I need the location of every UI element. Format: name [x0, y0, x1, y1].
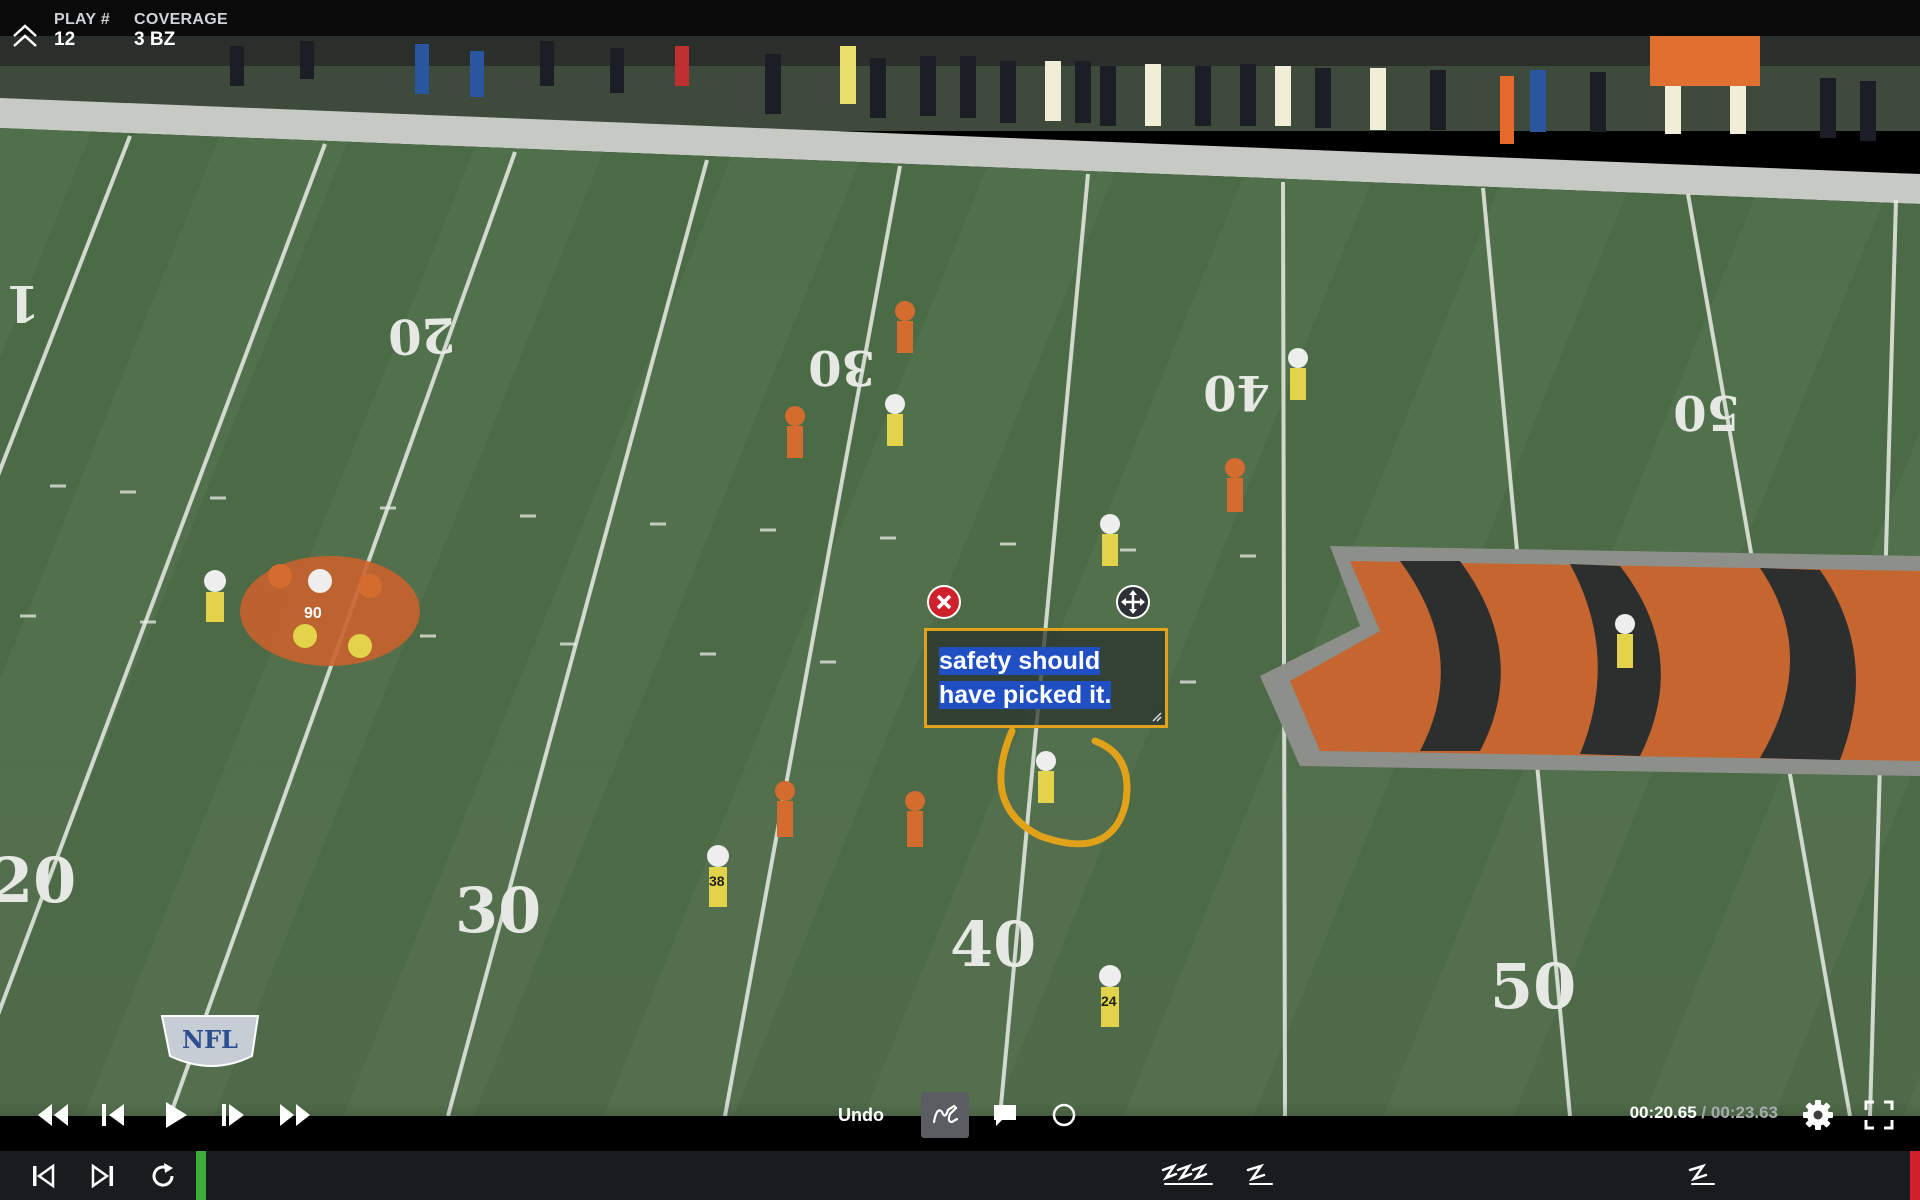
scribble-marker-icon[interactable] — [1686, 1160, 1718, 1190]
annotation-text[interactable]: safety should have picked it. — [939, 644, 1159, 712]
yard-number: 40 — [950, 908, 1036, 981]
play-number-block: PLAY # 12 — [54, 11, 110, 51]
top-bar: PLAY # 12 COVERAGE 3 BZ — [0, 0, 1920, 50]
fullscreen-icon[interactable] — [1864, 1100, 1894, 1130]
replay-icon[interactable] — [148, 1161, 178, 1191]
time-current: 00:20.65 — [1629, 1103, 1697, 1122]
coverage-label: COVERAGE — [134, 11, 228, 28]
resize-handle-icon[interactable] — [1150, 710, 1162, 722]
draw-icon — [932, 1104, 959, 1124]
annotation-delete-button[interactable] — [927, 585, 961, 619]
skip-end-icon[interactable] — [88, 1161, 118, 1191]
gear-icon[interactable] — [1802, 1099, 1834, 1131]
circle-icon[interactable] — [1050, 1101, 1078, 1129]
draw-tool-button[interactable] — [921, 1092, 969, 1138]
yard-number: 30 — [455, 874, 541, 947]
yard-number: 50 — [1673, 384, 1740, 440]
timeline-start-marker[interactable] — [196, 1151, 206, 1200]
yard-number: 40 — [1203, 364, 1270, 420]
move-icon — [1121, 590, 1145, 614]
team-logo-bengals — [1260, 546, 1920, 776]
annotation-move-handle[interactable] — [1116, 585, 1150, 619]
time-display: 00:20.65 / 00:23.63 — [1630, 1103, 1778, 1123]
video-frame[interactable]: 1 20 30 40 50 20 30 40 50 NFL 90 38 24 — [0, 36, 1920, 1116]
play-icon[interactable] — [160, 1099, 190, 1131]
yard-number: 50 — [1490, 950, 1576, 1023]
timeline-end-marker[interactable] — [1910, 1151, 1920, 1200]
scribble-marker-icon[interactable] — [1244, 1160, 1276, 1190]
annotation-text-line2: have picked it. — [939, 681, 1112, 709]
coverage-block: COVERAGE 3 BZ — [134, 11, 228, 51]
undo-button[interactable]: Undo — [830, 1101, 892, 1129]
step-forward-icon[interactable] — [218, 1100, 248, 1130]
nfl-logo-text: NFL — [182, 1025, 238, 1054]
timeline-bar[interactable] — [0, 1151, 1920, 1200]
step-back-icon[interactable] — [98, 1100, 128, 1130]
yard-number: 20 — [0, 844, 76, 917]
jersey-number: 90 — [304, 605, 322, 622]
time-total: 00:23.63 — [1710, 1103, 1778, 1122]
time-separator: / — [1696, 1103, 1711, 1122]
yard-number: 20 — [387, 306, 456, 364]
yard-number: 30 — [808, 339, 875, 395]
rewind-icon[interactable] — [34, 1100, 72, 1130]
close-icon — [936, 594, 952, 610]
fast-forward-icon[interactable] — [276, 1100, 314, 1130]
skip-start-icon[interactable] — [28, 1161, 58, 1191]
nfl-logo: NFL — [160, 1015, 260, 1067]
jersey-number: 38 — [709, 873, 725, 889]
annotation-text-line1: safety should — [939, 647, 1101, 675]
play-number-label: PLAY # — [54, 11, 111, 28]
comment-icon[interactable] — [991, 1101, 1019, 1129]
scribble-marker-icon[interactable] — [1160, 1160, 1216, 1190]
coverage-value: 3 BZ — [134, 29, 176, 50]
annotation-textbox[interactable]: safety should have picked it. — [924, 628, 1168, 728]
yard-number: 1 — [5, 274, 40, 333]
jersey-number: 24 — [1101, 993, 1117, 1009]
collapse-icon[interactable] — [10, 20, 40, 54]
play-number-value: 12 — [54, 29, 76, 50]
field-scene: 1 20 30 40 50 20 30 40 50 NFL 90 38 24 — [0, 36, 1920, 1116]
